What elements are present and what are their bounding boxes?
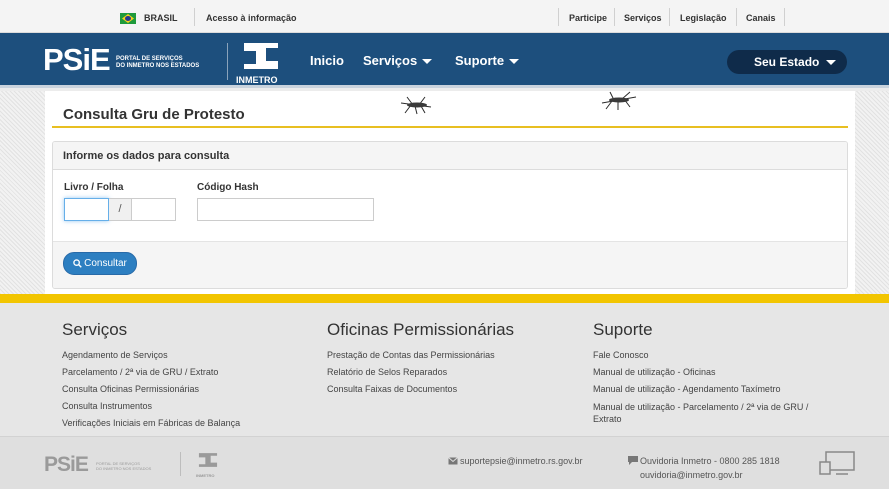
footer-oficinas-column: Oficinas Permissionárias Prestação de Co… xyxy=(327,320,514,398)
brazil-flag-icon xyxy=(120,13,136,24)
chevron-down-icon xyxy=(509,59,520,65)
page-title: Consulta Gru de Protesto xyxy=(63,106,245,123)
folha-input[interactable] xyxy=(131,198,176,221)
support-email[interactable]: suportepsie@inmetro.rs.gov.br xyxy=(448,454,583,468)
inmetro-logo-icon xyxy=(198,453,218,467)
main-content: Consulta Gru de Protesto Informe os dado… xyxy=(45,91,855,294)
side-pattern-left xyxy=(0,91,45,294)
govbar-link-servicos[interactable]: Serviços xyxy=(624,0,662,33)
inmetro-logo-text: INMETRO xyxy=(236,75,278,85)
chevron-down-icon xyxy=(826,60,837,66)
hash-input[interactable] xyxy=(197,198,374,221)
divider xyxy=(736,8,737,26)
footer-logo-subtitle: PORTAL DE SERVIÇOS DO INMETRO NOS ESTADO… xyxy=(96,461,152,471)
footer-link[interactable]: Agendamento de Serviços xyxy=(62,347,240,364)
livro-folha-separator: / xyxy=(109,198,131,221)
footer-inmetro-logo: INMETRO xyxy=(196,452,220,478)
divider xyxy=(558,8,559,26)
footer-link[interactable]: Manual de utilização - Agendamento Taxím… xyxy=(593,381,853,398)
footer-link[interactable]: Fale Conosco xyxy=(593,347,853,364)
divider xyxy=(669,8,670,26)
site-header: PSiE PORTAL DE SERVIÇOS DO INMETRO NOS E… xyxy=(0,33,889,88)
divider xyxy=(180,452,181,476)
govbar-link-legislacao[interactable]: Legislação xyxy=(680,0,727,33)
footer-suporte-title: Suporte xyxy=(593,320,653,339)
gov-bar: BRASIL Acesso à informação Participe Ser… xyxy=(0,0,889,33)
inmetro-logo-text: INMETRO xyxy=(196,473,215,478)
side-pattern-right xyxy=(855,91,889,294)
chevron-down-icon xyxy=(422,59,433,65)
consultar-button[interactable]: Consultar xyxy=(63,252,137,275)
nav-suporte[interactable]: Suporte xyxy=(455,53,520,68)
footer-oficinas-title: Oficinas Permissionárias xyxy=(327,320,515,339)
footer-link[interactable]: Consulta Oficinas Permissionárias xyxy=(62,381,240,398)
query-panel: Informe os dados para consulta Livro / F… xyxy=(52,141,848,289)
site-footer: Serviços Agendamento de Serviços Parcela… xyxy=(0,303,889,436)
footer-link[interactable]: Manual de utilização - Parcelamento / 2ª… xyxy=(593,398,853,425)
footer-link[interactable]: Consulta Instrumentos xyxy=(62,398,240,415)
footer-accent-band xyxy=(0,294,889,303)
envelope-icon xyxy=(448,457,458,465)
footer-link[interactable]: Verificações Iniciais em Fábricas de Bal… xyxy=(62,415,240,432)
divider xyxy=(784,8,785,26)
mosquito-icon xyxy=(601,91,637,110)
title-underline xyxy=(52,126,848,128)
devices-icon xyxy=(819,451,855,475)
nav-servicos[interactable]: Serviços xyxy=(363,53,433,68)
ouvidoria-contact: Ouvidoria Inmetro - 0800 285 1818 ouvido… xyxy=(628,454,780,482)
panel-footer: Consultar xyxy=(53,241,847,288)
logo-subtitle: PORTAL DE SERVIÇOS DO INMETRO NOS ESTADO… xyxy=(116,56,200,69)
state-selector-button[interactable]: Seu Estado xyxy=(727,50,847,74)
search-icon xyxy=(73,259,82,268)
divider xyxy=(614,8,615,26)
footer-psie-logo: PSiE xyxy=(44,453,89,476)
access-info-link[interactable]: Acesso à informação xyxy=(206,0,297,33)
footer-servicos-title: Serviços xyxy=(62,320,128,339)
brasil-link[interactable]: BRASIL xyxy=(144,0,178,33)
footer-servicos-column: Serviços Agendamento de Serviços Parcela… xyxy=(62,320,240,432)
footer-link[interactable]: Consulta Faixas de Documentos xyxy=(327,381,514,398)
livro-input[interactable] xyxy=(64,198,109,221)
footer-suporte-column: Suporte Fale Conosco Manual de utilizaçã… xyxy=(593,320,853,425)
ouvidoria-email[interactable]: ouvidoria@inmetro.gov.br xyxy=(628,468,780,482)
govbar-link-participe[interactable]: Participe xyxy=(569,0,607,33)
chat-icon xyxy=(628,456,638,465)
divider xyxy=(227,43,228,80)
footer-bottom-bar: PSiE PORTAL DE SERVIÇOS DO INMETRO NOS E… xyxy=(0,436,889,489)
panel-heading: Informe os dados para consulta xyxy=(53,142,847,170)
nav-inicio[interactable]: Inicio xyxy=(310,53,344,68)
livro-folha-label: Livro / Folha xyxy=(64,182,124,193)
divider xyxy=(194,8,195,26)
footer-link[interactable]: Manual de utilização - Oficinas xyxy=(593,364,853,381)
footer-link[interactable]: Relatório de Selos Reparados xyxy=(327,364,514,381)
footer-link[interactable]: Prestação de Contas das Permissionárias xyxy=(327,347,514,364)
inmetro-logo-icon xyxy=(244,43,278,69)
ouvidoria-phone[interactable]: Ouvidoria Inmetro - 0800 285 1818 xyxy=(628,454,780,468)
hash-label: Código Hash xyxy=(197,182,259,193)
govbar-link-canais[interactable]: Canais xyxy=(746,0,776,33)
mosquito-icon xyxy=(400,96,432,115)
psie-logo[interactable]: PSiE xyxy=(43,42,111,78)
footer-link[interactable]: Parcelamento / 2ª via de GRU / Extrato xyxy=(62,364,240,381)
